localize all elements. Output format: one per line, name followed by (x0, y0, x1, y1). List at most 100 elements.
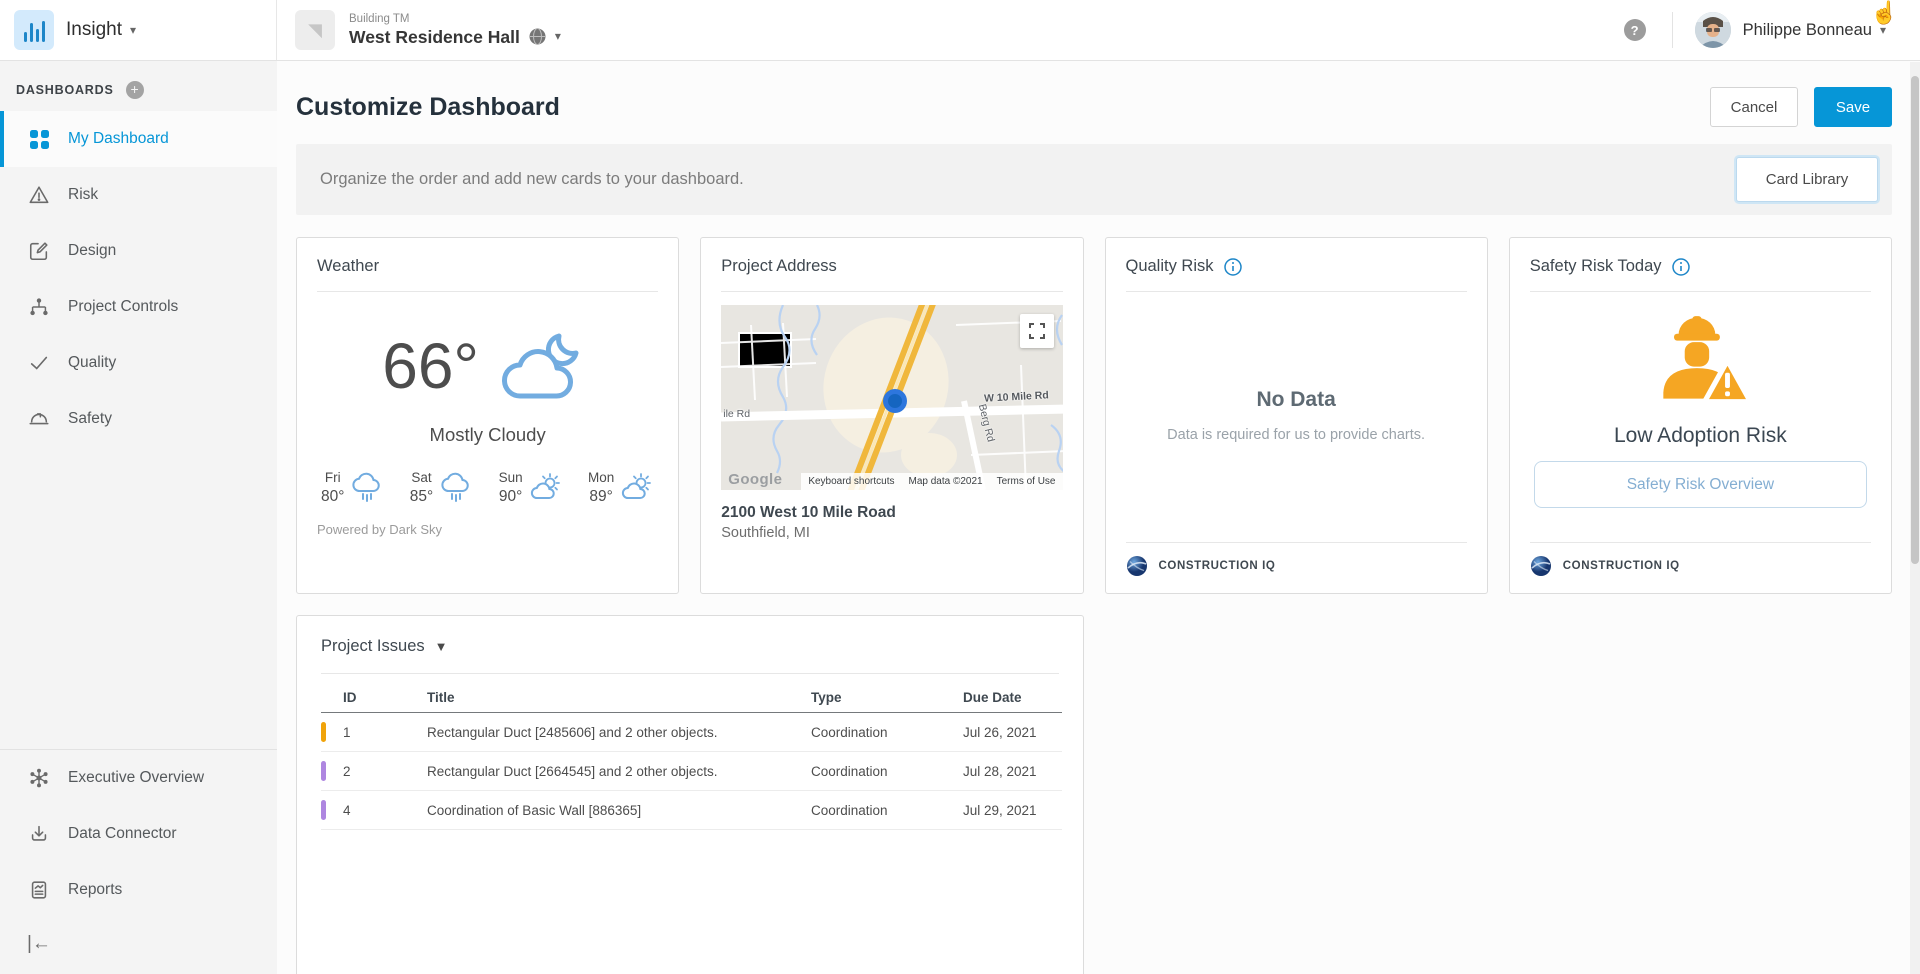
construction-iq-icon (1530, 555, 1552, 577)
divider (1126, 291, 1467, 292)
column-header-due: Due Date (963, 682, 1062, 713)
construction-iq-label: CONSTRUCTION IQ (1563, 560, 1680, 572)
project-address-card[interactable]: Project Address (700, 237, 1083, 594)
construction-iq-label: CONSTRUCTION IQ (1159, 560, 1276, 572)
map-attribution: Keyboard shortcuts Map data ©2021 Terms … (801, 473, 1062, 490)
globe-icon (529, 28, 546, 45)
risk-status-text: Low Adoption Risk (1510, 424, 1891, 448)
no-data-message: Data is required for us to provide chart… (1106, 427, 1487, 443)
collapse-sidebar-button[interactable]: |← (0, 918, 277, 970)
sidebar-item-design[interactable]: Design (0, 223, 277, 279)
table-row[interactable]: 2 Rectangular Duct [2664545] and 2 other… (321, 752, 1062, 791)
safety-risk-overview-button[interactable]: Safety Risk Overview (1534, 461, 1867, 508)
forecast-day: Sun 90° (499, 470, 563, 506)
sidebar-item-label: Design (68, 242, 116, 260)
sidebar-item-label: Safety (68, 410, 112, 428)
sidebar-item-safety[interactable]: Safety (0, 391, 277, 447)
weather-card[interactable]: Weather 66° Mostly Cloudy Fri 80° (296, 237, 679, 594)
table-row[interactable]: 1 Rectangular Duct [2485606] and 2 other… (321, 713, 1062, 752)
worker-warning-icon (1645, 310, 1755, 414)
sidebar-item-reports[interactable]: Reports (0, 862, 277, 918)
report-icon (27, 878, 51, 902)
insight-logo-icon (14, 10, 54, 50)
scrollbar[interactable] (1910, 62, 1920, 974)
weather-attribution: Powered by Dark Sky (297, 506, 678, 537)
table-header-row: ID Title Type Due Date (321, 682, 1062, 713)
quality-risk-card[interactable]: Quality Risk No Data Data is required fo… (1105, 237, 1488, 594)
cloudy-night-icon (493, 326, 593, 406)
sidebar-item-label: Project Controls (68, 298, 178, 316)
rain-icon (350, 471, 384, 505)
sidebar: DASHBOARDS + My Dashboard Risk (0, 61, 277, 974)
card-title: Project Address (721, 257, 837, 276)
project-thumbnail-icon: ◥ (295, 10, 335, 50)
sidebar-item-label: Data Connector (68, 825, 177, 843)
page-title: Customize Dashboard (296, 93, 560, 122)
severity-pill (321, 761, 326, 781)
divider (721, 291, 1062, 292)
info-icon[interactable] (1224, 258, 1242, 276)
banner-text: Organize the order and add new cards to … (320, 170, 744, 189)
rain-icon (439, 471, 473, 505)
fullscreen-icon[interactable] (1020, 314, 1054, 348)
save-button[interactable]: Save (1814, 87, 1892, 127)
sidebar-item-risk[interactable]: Risk (0, 167, 277, 223)
card-title: Safety Risk Today (1530, 257, 1662, 276)
app-switcher[interactable]: Insight ▾ (0, 0, 277, 60)
address-line-2: Southfield, MI (701, 522, 1082, 541)
divider (321, 673, 1059, 674)
forecast-day: Sat 85° (410, 470, 473, 506)
table-row[interactable]: 4 Coordination of Basic Wall [886365] Co… (321, 791, 1062, 830)
sidebar-item-label: Executive Overview (68, 769, 204, 787)
download-icon (27, 822, 51, 846)
project-selector[interactable]: ◥ Building TM West Residence Hall ▾ (277, 10, 561, 50)
partly-sunny-icon (529, 471, 563, 505)
card-library-button[interactable]: Card Library (1736, 157, 1878, 202)
sidebar-item-label: Risk (68, 186, 98, 204)
address-line-1: 2100 West 10 Mile Road (701, 490, 1082, 522)
google-watermark: Google (728, 471, 782, 488)
card-title: Project Issues (321, 637, 425, 656)
sidebar-item-executive-overview[interactable]: Executive Overview (0, 750, 277, 806)
project-name: West Residence Hall (349, 27, 520, 47)
weather-condition: Mostly Cloudy (297, 424, 678, 446)
top-bar: Insight ▾ ◥ Building TM West Residence H… (0, 0, 1920, 61)
map-marker[interactable] (883, 389, 907, 413)
map-data-label: Map data ©2021 (902, 473, 990, 490)
dashboards-section-label: DASHBOARDS (16, 83, 114, 97)
sidebar-item-label: My Dashboard (68, 130, 169, 148)
scrollbar-thumb[interactable] (1911, 76, 1919, 564)
current-temperature: 66° (382, 329, 479, 403)
map[interactable]: ile Rd W 10 Mile Rd Berg Rd Google Keybo… (721, 305, 1062, 490)
sidebar-item-my-dashboard[interactable]: My Dashboard (0, 111, 277, 167)
sidebar-item-data-connector[interactable]: Data Connector (0, 806, 277, 862)
card-title: Weather (317, 257, 379, 276)
chevron-down-icon[interactable]: ▼ (435, 639, 448, 654)
sidebar-item-quality[interactable]: Quality (0, 335, 277, 391)
collapse-icon: |← (27, 933, 51, 955)
customize-banner: Organize the order and add new cards to … (296, 144, 1892, 215)
org-chart-icon (27, 295, 51, 319)
avatar[interactable] (1695, 12, 1731, 48)
main-content: Customize Dashboard Cancel Save Organize… (277, 61, 1920, 974)
sidebar-footer: Executive Overview Data Connector (0, 749, 277, 974)
terms-of-use-link[interactable]: Terms of Use (990, 473, 1063, 490)
insight-app: Insight ▾ ◥ Building TM West Residence H… (0, 0, 1920, 974)
issues-table: ID Title Type Due Date 1 Rectangular Duc… (321, 682, 1062, 830)
project-type-label: Building TM (349, 13, 561, 26)
safety-risk-card[interactable]: Safety Risk Today (1509, 237, 1892, 594)
info-icon[interactable] (1672, 258, 1690, 276)
app-name: Insight (66, 19, 122, 41)
hub-icon (27, 766, 51, 790)
cursor-pointer-icon: ☝ (1871, 0, 1898, 26)
help-button[interactable]: ? (1624, 19, 1646, 41)
cancel-button[interactable]: Cancel (1710, 87, 1798, 127)
chevron-down-icon: ▾ (555, 30, 561, 44)
keyboard-shortcuts-link[interactable]: Keyboard shortcuts (801, 473, 901, 490)
partly-sunny-icon (620, 471, 654, 505)
user-name[interactable]: Philippe Bonneau (1743, 21, 1872, 40)
project-issues-card[interactable]: Project Issues ▼ ID Title Type Due Date (296, 615, 1084, 974)
add-dashboard-button[interactable]: + (126, 81, 144, 99)
column-header-id: ID (343, 682, 427, 713)
sidebar-item-project-controls[interactable]: Project Controls (0, 279, 277, 335)
